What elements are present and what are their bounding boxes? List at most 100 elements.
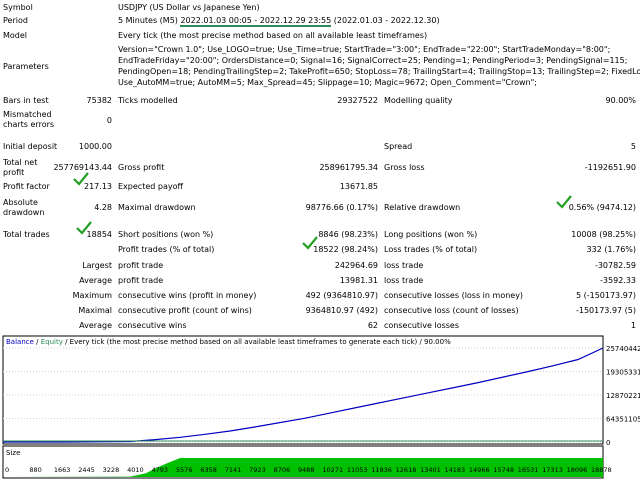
- maximal-cons-profit-value: 9364810.97 (492): [305, 306, 378, 315]
- profit-trades-label: Profit trades (% of total): [118, 245, 215, 254]
- x-tick-label: 6358: [200, 466, 217, 474]
- largest-loss-value: -30782.59: [594, 261, 636, 270]
- parameters-line-3: PendingOpen=18; PendingTrailingStep=2; T…: [118, 67, 640, 76]
- average-label: Average: [79, 276, 112, 285]
- long-positions-label: Long positions (won %): [384, 230, 478, 239]
- x-tick-label: 16531: [518, 466, 539, 474]
- ticks-modelled-value: 29327522: [337, 96, 378, 105]
- x-tick-label: 880: [29, 466, 41, 474]
- average-loss-label: loss trade: [384, 276, 424, 285]
- legend-rest: / Every tick (the most precise method ba…: [63, 338, 451, 346]
- size-label: Size: [6, 449, 20, 457]
- ticks-modelled-label: Ticks modelled: [118, 96, 178, 105]
- absolute-drawdown-value: 4.28: [94, 203, 112, 212]
- largest-profit-value: 242964.69: [334, 261, 378, 270]
- x-tick-label: 2445: [78, 466, 95, 474]
- model-label: Model: [3, 31, 28, 40]
- model-value: Every tick (the most precise method base…: [118, 31, 428, 40]
- x-tick-label: 10271: [322, 466, 343, 474]
- modelling-quality-value: 90.00%: [605, 96, 636, 105]
- legend-equity: Equity: [41, 338, 63, 346]
- x-tick-label: 15748: [493, 466, 514, 474]
- x-tick-label: 4010: [127, 466, 144, 474]
- expected-payoff-label: Expected payoff: [118, 182, 183, 191]
- relative-drawdown-label: Relative drawdown: [384, 203, 461, 212]
- x-tick-label: 14183: [445, 466, 466, 474]
- x-tick-label: 18878: [591, 466, 612, 474]
- total-trades-value: 18854: [86, 230, 112, 239]
- parameters-line-2: EndTradeFriday="20:00"; OrdersDistance=0…: [118, 56, 628, 65]
- loss-trades-label: Loss trades (% of total): [384, 245, 478, 254]
- average2-label: Average: [79, 321, 112, 330]
- max-cons-losses-label: consecutive losses (loss in money): [384, 291, 524, 300]
- total-net-value: 257769143.44: [53, 163, 112, 172]
- period-timeframe: 5 Minutes (M5): [118, 16, 181, 25]
- maximal-drawdown-label: Maximal drawdown: [118, 203, 196, 212]
- average-profit-label: profit trade: [118, 276, 164, 285]
- profit-factor-value: 217.13: [84, 182, 112, 191]
- long-positions-value: 10008 (98.25%): [571, 230, 636, 239]
- x-tick-label: 5576: [176, 466, 193, 474]
- legend-sep: /: [34, 338, 41, 346]
- legend-balance: Balance: [6, 338, 34, 346]
- x-tick-label: 1663: [54, 466, 71, 474]
- parameters-line-1: Version="Crown 1.0"; Use_LOGO=true; Use_…: [118, 45, 611, 54]
- maximal-drawdown-value: 98776.66 (0.17%): [305, 203, 378, 212]
- avg-cons-wins-value: 62: [367, 321, 378, 330]
- avg-cons-losses-label: consecutive losses: [384, 321, 460, 330]
- period-range-underlined: 2022.01.03 00:05 - 2022.12.29 23:55: [180, 16, 332, 27]
- balance-chart: Balance / Equity / Every tick (the most …: [0, 334, 640, 480]
- largest-label: Largest: [82, 261, 112, 270]
- gross-profit-label: Gross profit: [118, 163, 165, 172]
- expected-payoff-value: 13671.85: [339, 182, 378, 191]
- period-label: Period: [3, 16, 28, 25]
- x-tick-label: 4793: [152, 466, 169, 474]
- symbol-value: USDJPY (US Dollar vs Japanese Yen): [118, 3, 260, 12]
- absolute-drawdown-label-1: Absolute: [3, 198, 38, 207]
- average-profit-value: 13981.31: [339, 276, 378, 285]
- spread-label: Spread: [384, 142, 413, 151]
- period-dates: (2022.01.03 - 2022.12.30): [331, 16, 440, 25]
- relative-drawdown-value: 0.56% (9474.12): [568, 203, 636, 212]
- modelling-quality-label: Modelling quality: [384, 96, 453, 105]
- maximal-cons-loss-label: consecutive loss (count of losses): [384, 306, 519, 315]
- largest-profit-label: profit trade: [118, 261, 164, 270]
- profit-trades-value: 18522 (98.24%): [313, 245, 378, 254]
- y-tick-label: 0: [606, 439, 610, 447]
- x-tick-label: 13401: [420, 466, 441, 474]
- avg-cons-wins-label: consecutive wins: [118, 321, 187, 330]
- avg-cons-losses-value: 1: [630, 321, 636, 330]
- x-tick-label: 18096: [567, 466, 588, 474]
- x-tick-label: 8706: [274, 466, 291, 474]
- bars-in-test-value: 75382: [86, 96, 112, 105]
- y-tick-label: 12870221: [606, 392, 640, 400]
- average-loss-value: -3592.33: [600, 276, 636, 285]
- largest-loss-label: loss trade: [384, 261, 424, 270]
- x-tick-label: 11836: [371, 466, 392, 474]
- short-positions-value: 8846 (98.23%): [318, 230, 378, 239]
- maximal-cons-profit-label: consecutive profit (count of wins): [118, 306, 252, 315]
- max-cons-wins-value: 492 (9364810.97): [305, 291, 378, 300]
- x-tick-label: 7141: [225, 466, 242, 474]
- x-tick-label: 11053: [347, 466, 368, 474]
- parameters-label: Parameters: [3, 62, 49, 71]
- x-tick-label: 9488: [298, 466, 315, 474]
- balance-chart-svg: Balance / Equity / Every tick (the most …: [2, 335, 640, 479]
- maximal-cons-loss-value: -150173.97 (5): [575, 306, 636, 315]
- chart-legend: Balance / Equity / Every tick (the most …: [6, 338, 451, 346]
- x-tick-label: 0: [5, 466, 9, 474]
- spread-value: 5: [630, 142, 636, 151]
- max-cons-wins-label: consecutive wins (profit in money): [118, 291, 257, 300]
- short-positions-label: Short positions (won %): [118, 230, 214, 239]
- x-tick-label: 7923: [249, 466, 266, 474]
- y-tick-label: 25740442: [606, 345, 640, 353]
- x-tick-label: 3228: [103, 466, 120, 474]
- x-tick-label: 17313: [542, 466, 563, 474]
- y-tick-label: 19305331: [606, 369, 640, 377]
- parameters-line-4: Use_AutoMM=true; AutoMM=5; Max_Spread=45…: [118, 78, 537, 87]
- gross-profit-value: 258961795.34: [319, 163, 378, 172]
- x-tick-label: 12618: [396, 466, 417, 474]
- symbol-label: Symbol: [3, 3, 33, 12]
- max-cons-losses-value: 5 (-150173.97): [575, 291, 636, 300]
- initial-deposit-value: 1000.00: [78, 142, 112, 151]
